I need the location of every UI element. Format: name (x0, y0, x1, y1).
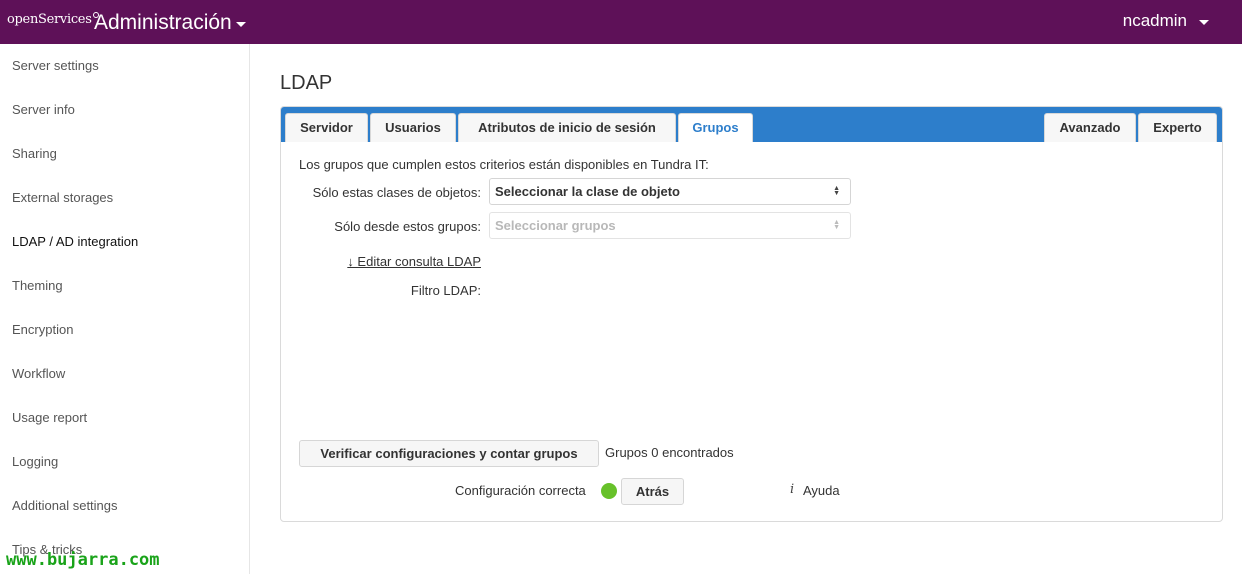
sidebar-item-ldap-integration[interactable]: LDAP / AD integration (0, 220, 249, 264)
tab-atributos-inicio-sesion[interactable]: Atributos de inicio de sesión (458, 113, 676, 142)
watermark-text: www.bujarra.com (6, 550, 160, 570)
object-classes-select-value: Seleccionar la clase de objeto (495, 184, 680, 199)
sidebar-item-usage-report[interactable]: Usage report (0, 396, 249, 440)
object-classes-select[interactable]: Seleccionar la clase de objeto ▲ ▼ (489, 178, 851, 205)
tab-experto[interactable]: Experto (1138, 113, 1217, 142)
help-info-icon[interactable]: i (790, 482, 794, 497)
sidebar-item-theming[interactable]: Theming (0, 264, 249, 308)
back-button[interactable]: Atrás (621, 478, 684, 505)
sidebar-item-encryption[interactable]: Encryption (0, 308, 249, 352)
page-title: LDAP (280, 72, 333, 94)
ldap-config-panel: Servidor Usuarios Atributos de inicio de… (280, 106, 1223, 522)
sidebar-item-sharing[interactable]: Sharing (0, 132, 249, 176)
sidebar-item-external-storages[interactable]: External storages (0, 176, 249, 220)
tab-bar: Servidor Usuarios Atributos de inicio de… (281, 107, 1222, 142)
app-logo[interactable]: openServices (7, 12, 99, 27)
sidebar-item-server-info[interactable]: Server info (0, 88, 249, 132)
status-ok-indicator-icon (601, 483, 617, 499)
sidebar-item-workflow[interactable]: Workflow (0, 352, 249, 396)
sidebar-item-additional-settings[interactable]: Additional settings (0, 484, 249, 528)
tab-usuarios[interactable]: Usuarios (370, 113, 456, 142)
config-status-text: Configuración correcta (455, 483, 586, 498)
groups-found-count: Grupos 0 encontrados (605, 445, 734, 460)
select-arrows-icon: ▲ ▼ (833, 185, 840, 197)
edit-ldap-query-link[interactable]: ↓ Editar consulta LDAP (339, 254, 481, 269)
help-link[interactable]: Ayuda (803, 483, 840, 498)
object-classes-label: Sólo estas clases de objetos: (312, 185, 481, 200)
groups-select-value: Seleccionar grupos (495, 218, 616, 233)
app-menu-caret-icon[interactable] (236, 22, 246, 27)
settings-sidebar: Server settings Server info Sharing Exte… (0, 44, 250, 574)
groups-select[interactable]: Seleccionar grupos ▲ ▼ (489, 212, 851, 239)
user-menu-caret-icon[interactable] (1199, 20, 1209, 25)
groups-filter-label: Sólo desde estos grupos: (334, 219, 481, 234)
groups-intro-text: Los grupos que cumplen estos criterios e… (299, 157, 709, 172)
top-header: openServices Administración ncadmin (0, 0, 1242, 44)
app-menu-title[interactable]: Administración (94, 11, 232, 35)
logo-text: openServices (7, 12, 92, 27)
ldap-filter-label: Filtro LDAP: (410, 283, 481, 298)
tab-grupos[interactable]: Grupos (678, 113, 753, 142)
user-menu-name[interactable]: ncadmin (1123, 11, 1187, 31)
sidebar-item-logging[interactable]: Logging (0, 440, 249, 484)
tab-servidor[interactable]: Servidor (285, 113, 368, 142)
select-arrows-icon: ▲ ▼ (833, 219, 840, 231)
sidebar-item-server-settings[interactable]: Server settings (0, 44, 249, 88)
tab-avanzado[interactable]: Avanzado (1044, 113, 1136, 142)
verify-settings-count-groups-button[interactable]: Verificar configuraciones y contar grupo… (299, 440, 599, 467)
